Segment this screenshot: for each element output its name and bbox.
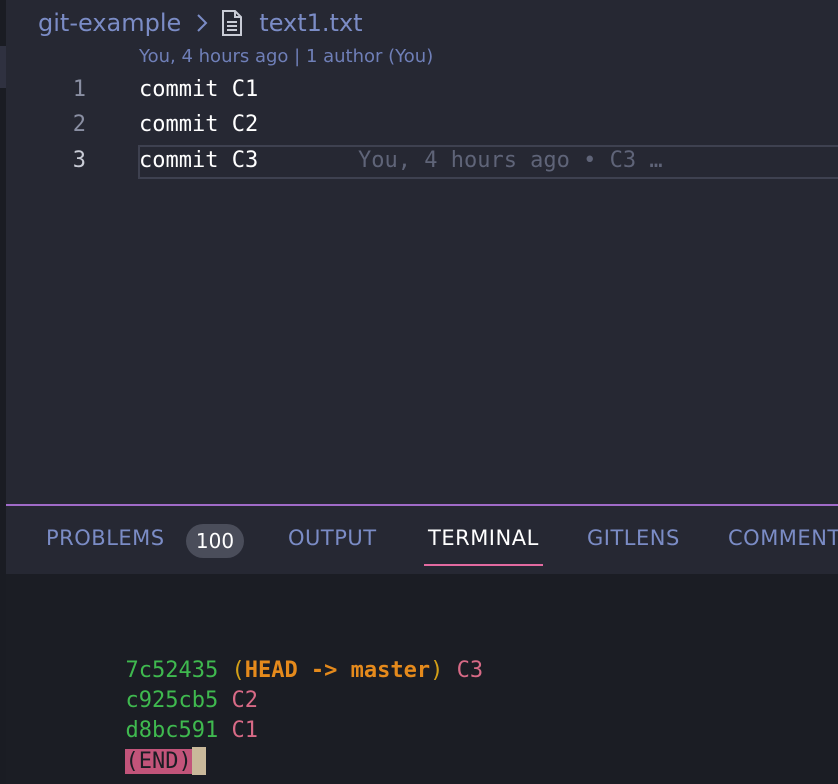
editor-line-current[interactable]: 3 commit C3 You, 4 hours ago • C3 … [6,145,838,179]
tab-label: TERMINAL [428,526,539,550]
log-line: 7c52435 (HEAD -> master) C3 [46,626,483,683]
tab-terminal[interactable]: TERMINAL [424,526,543,566]
tab-output[interactable]: OUTPUT [288,526,377,560]
file-text-icon [219,9,245,37]
tab-comments[interactable]: COMMENT [728,526,838,560]
editor-pane[interactable]: git-example text1.txt You, 4 hours ago |… [6,0,838,504]
breadcrumb: git-example text1.txt [38,6,363,40]
line-text[interactable]: commit C1 [139,77,258,102]
breadcrumb-file[interactable]: text1.txt [259,9,362,37]
codelens-authors[interactable]: You, 4 hours ago | 1 author (You) [139,46,433,67]
line-number: 2 [72,112,86,137]
tab-gitlens[interactable]: GITLENS [587,526,680,560]
terminal-output[interactable]: 7c52435 (HEAD -> master) C3 c925cb5 C2 d… [6,574,838,784]
active-tab-underline [424,564,543,566]
editor-line[interactable]: 2 commit C2 [6,109,838,143]
bottom-panel: PROBLEMS 100 OUTPUT TERMINAL GITLENS COM… [6,506,838,784]
terminal-cursor [191,747,206,775]
tab-label: COMMENT [728,526,838,550]
line-number: 1 [72,77,86,102]
line-text[interactable]: commit C2 [139,112,258,137]
panel-tabs: PROBLEMS 100 OUTPUT TERMINAL GITLENS COM… [6,506,838,574]
log-line: d8bc591 C1 [46,686,257,743]
chevron-right-icon [191,12,213,34]
line-number: 3 [72,148,86,173]
inline-blame: You, 4 hours ago • C3 … [358,148,663,173]
ref-close-paren: ) [430,658,444,683]
ref-label: HEAD -> master [244,658,431,683]
editor-line[interactable]: 1 commit C1 [6,74,838,108]
line-text[interactable]: commit C3 [139,148,258,173]
tab-label: GITLENS [587,526,680,550]
pager-end-marker: (END) [125,749,192,774]
commit-message: C1 [231,718,258,743]
commit-message: C3 [456,658,484,683]
tab-label: PROBLEMS [46,526,165,550]
breadcrumb-folder[interactable]: git-example [38,9,181,37]
problems-count-badge: 100 [186,524,244,558]
tab-label: OUTPUT [288,526,377,550]
pager-end-line: (END) [46,717,206,775]
tab-problems[interactable]: PROBLEMS [46,526,165,560]
log-line: c925cb5 C2 [46,656,257,713]
